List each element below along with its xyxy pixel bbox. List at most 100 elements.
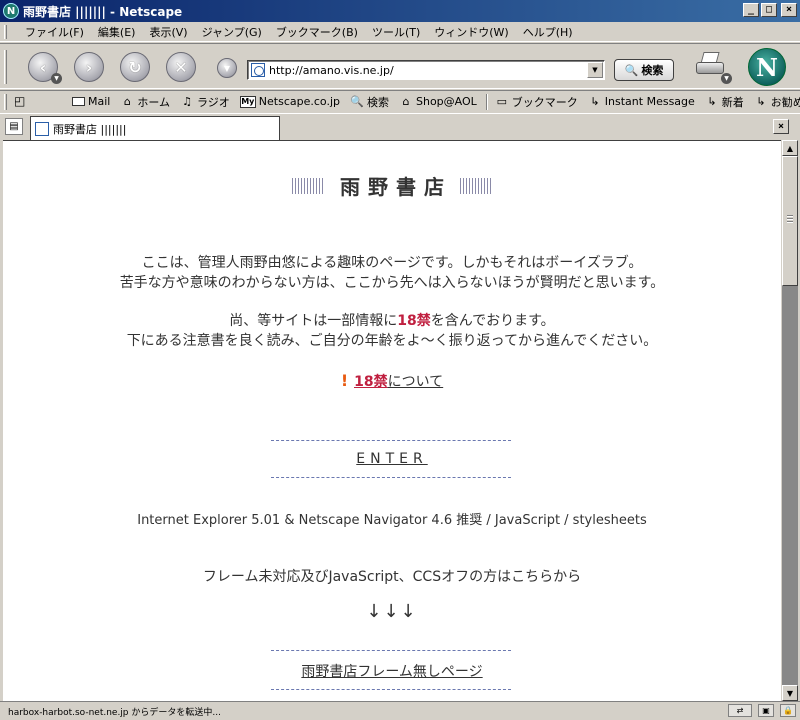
toolbar-grip[interactable] xyxy=(4,25,7,39)
url-dropdown-button[interactable]: ▼ xyxy=(217,58,237,78)
divider xyxy=(271,440,511,441)
menu-help[interactable]: ヘルプ(H) xyxy=(516,24,580,40)
netscape-app-icon: N xyxy=(3,3,19,19)
ptb-recommend-label: お勧め xyxy=(770,95,800,109)
intro-line-2: 苦手な方や意味のわからない方は、ここから先へは入らないほうが賢明だと思います。 xyxy=(119,275,665,291)
new-tab-button[interactable]: ▤ xyxy=(5,118,23,135)
search-button[interactable]: 🔍 検索 xyxy=(614,59,674,81)
ptb-shop[interactable]: ⌂ Shop@AOL xyxy=(395,95,483,108)
status-icons: ⇄ ▣ 🔒 xyxy=(728,704,796,717)
intro-line-1: ここは、管理人雨野由悠による趣味のページです。しかもそれはボーイズラブ。 xyxy=(141,255,643,271)
no-frame-page-link[interactable]: 雨野書店フレーム無しページ xyxy=(3,661,781,681)
menu-file[interactable]: ファイル(F) xyxy=(18,24,91,40)
link-icon: ↳ xyxy=(756,95,766,108)
home-icon: ⌂ xyxy=(123,95,131,108)
scroll-down-button[interactable]: ▼ xyxy=(782,685,798,701)
close-tab-button[interactable]: × xyxy=(773,119,789,134)
back-button[interactable]: ‹ ▼ xyxy=(28,52,62,84)
popup-icon[interactable]: ▣ xyxy=(758,704,774,717)
shop-icon: ⌂ xyxy=(402,95,410,108)
ptb-search[interactable]: 🔍 検索 xyxy=(346,94,395,110)
menu-window[interactable]: ウィンドウ(W) xyxy=(427,24,515,40)
print-button[interactable]: ▼ xyxy=(696,52,732,84)
stop-icon: ✕ xyxy=(174,57,188,77)
minimize-button[interactable]: _ xyxy=(743,3,759,17)
tab-bar: ▤ 雨野書店 ||||||| × xyxy=(0,113,800,140)
ptb-bookmarks[interactable]: ▭ ブックマーク xyxy=(491,94,584,110)
ptb-new-label: 新着 xyxy=(721,95,744,109)
ptb-home[interactable]: ⌂ ホーム xyxy=(116,94,176,110)
menu-go[interactable]: ジャンプ(G) xyxy=(195,24,269,40)
url-input[interactable]: http://amano.vis.ne.jp/ ▼ xyxy=(247,60,605,80)
title-decoration-left xyxy=(292,177,324,194)
browser-window: N 雨野書店 ||||||| - Netscape _ □ × ファイル(F) … xyxy=(0,0,800,720)
back-arrow-icon: ‹ xyxy=(39,57,47,77)
reload-button[interactable]: ↻ xyxy=(120,52,150,82)
url-text[interactable]: http://amano.vis.ne.jp/ xyxy=(269,64,587,77)
status-bar: harbox-harbot.so-net.ne.jp からデータを転送中... … xyxy=(0,701,800,720)
age-info-link-age: 18禁 xyxy=(354,374,388,390)
age-info-link-text: について xyxy=(387,374,444,390)
page-icon xyxy=(251,63,265,77)
tab-active[interactable]: 雨野書店 ||||||| xyxy=(30,116,280,140)
title-bar: N 雨野書店 ||||||| - Netscape _ □ × xyxy=(0,0,800,22)
chevron-down-icon[interactable]: ▼ xyxy=(51,73,62,84)
divider xyxy=(271,650,511,651)
navigation-toolbar: ‹ ▼ › ↻ ✕ ▼ http://amano.vis.ne.jp/ ▼ 🔍 … xyxy=(0,43,800,89)
scroll-track[interactable] xyxy=(782,286,798,685)
ptb-netscape[interactable]: My Netscape.co.jp xyxy=(236,95,346,108)
maximize-button[interactable]: □ xyxy=(761,3,777,17)
tab-label: 雨野書店 ||||||| xyxy=(53,122,127,136)
ptb-mail[interactable]: Mail xyxy=(68,95,116,108)
menu-edit[interactable]: 編集(E) xyxy=(91,24,143,40)
search-icon: 🔍 xyxy=(350,95,364,108)
toolbar-separator xyxy=(485,93,488,110)
divider xyxy=(271,689,511,690)
scroll-thumb[interactable] xyxy=(782,156,798,286)
menu-tools[interactable]: ツール(T) xyxy=(365,24,427,40)
ptb-netscape-label: Netscape.co.jp xyxy=(258,95,340,108)
my-netscape-icon: My xyxy=(239,95,256,108)
connection-icon[interactable]: ⇄ xyxy=(728,704,752,717)
toolbar-collapse-icon[interactable]: ◰ xyxy=(14,94,25,108)
menu-bar: ファイル(F) 編集(E) 表示(V) ジャンプ(G) ブックマーク(B) ツー… xyxy=(0,22,800,42)
age-info-link[interactable]: 18禁について xyxy=(354,374,443,390)
ptb-instant-message[interactable]: ↳ Instant Message xyxy=(584,95,701,108)
bookmark-folder-icon: ▭ xyxy=(496,95,507,108)
down-arrows: ↓↓↓ xyxy=(366,601,418,622)
enter-link[interactable]: ENTER xyxy=(3,451,781,467)
age-rating-badge: 18禁 xyxy=(397,313,431,329)
thumb-grip xyxy=(787,215,793,223)
ptb-radio[interactable]: ♫ ラジオ xyxy=(176,94,236,110)
toolbar-grip[interactable] xyxy=(4,50,7,84)
ptb-shop-label: Shop@AOL xyxy=(416,95,477,108)
scroll-up-button[interactable]: ▲ xyxy=(782,140,798,156)
toolbar-grip[interactable] xyxy=(4,94,7,110)
notice-line-1: 尚、等サイトは一部情報に18禁を含んでおります。 xyxy=(3,311,781,331)
ptb-instant-message-label: Instant Message xyxy=(604,95,695,108)
personal-toolbar: ◰ Mail ⌂ ホーム ♫ ラジオ My Netscape.co.jp 🔍 検… xyxy=(0,90,800,112)
close-button[interactable]: × xyxy=(781,3,797,17)
browser-recommendation: Internet Explorer 5.01 & Netscape Naviga… xyxy=(137,513,647,528)
notice-line-1-pre: 尚、等サイトは一部情報に xyxy=(229,313,398,329)
ptb-search-label: 検索 xyxy=(367,95,389,109)
ptb-recommend[interactable]: ↳ お勧め xyxy=(750,94,800,110)
forward-button[interactable]: › xyxy=(74,52,104,82)
menu-view[interactable]: 表示(V) xyxy=(142,24,194,40)
ptb-new[interactable]: ↳ 新着 xyxy=(701,94,750,110)
ptb-home-label: ホーム xyxy=(137,95,171,109)
menu-bookmarks[interactable]: ブックマーク(B) xyxy=(269,24,365,40)
age-info-row: ! 18禁について xyxy=(3,371,781,391)
notice-line-2: 下にある注意書を良く読み、ご自分の年齢をよ～く振り返ってから進んでください。 xyxy=(126,333,658,349)
url-history-dropdown[interactable]: ▼ xyxy=(587,62,603,78)
chevron-down-icon[interactable]: ▼ xyxy=(721,73,732,84)
notice-line-1-post: を含んでおります。 xyxy=(430,313,555,329)
lock-icon[interactable]: 🔒 xyxy=(780,704,796,717)
window-title: 雨野書店 ||||||| - Netscape xyxy=(23,4,183,19)
netscape-logo-icon[interactable]: N xyxy=(748,48,786,86)
stop-button[interactable]: ✕ xyxy=(166,52,196,82)
window-controls: _ □ × xyxy=(743,3,797,17)
site-name: 雨野書店 xyxy=(340,175,452,199)
vertical-scrollbar[interactable]: ▲ ▼ xyxy=(781,140,798,701)
site-title: 雨野書店 xyxy=(3,171,781,200)
